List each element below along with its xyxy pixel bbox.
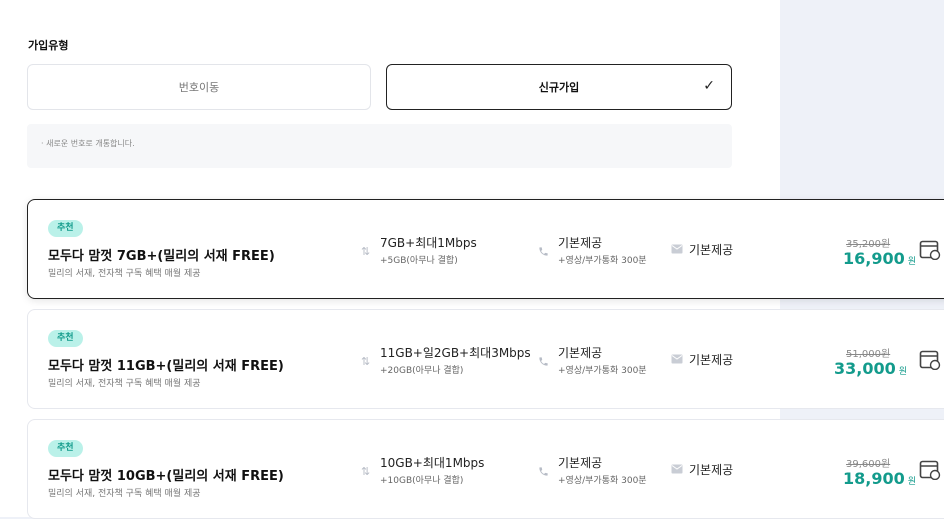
data-arrows-icon: ⇅ [361,245,371,258]
recommend-badge: 추천 [48,220,83,237]
call-allowance: 기본제공 [558,236,603,250]
mail-icon [671,354,683,364]
check-icon: ✓ [703,78,715,94]
discount-price: 16,900 원 [843,249,916,268]
plan-card[interactable]: 추천 모두다 맘껏 11GB+(밀리의 서재 FREE) 밀리의 서재, 전자책… [27,309,944,409]
currency-label: 원 [907,257,917,267]
price-value: 33,000 [834,359,896,378]
original-price: 39,600원 [846,459,891,470]
cart-icon[interactable] [919,460,941,480]
original-price: 51,000원 [846,349,891,360]
new-signup-button[interactable]: 신규가입 ✓ [386,64,732,110]
data-arrows-icon: ⇅ [361,355,371,368]
phone-icon [539,467,548,476]
call-bonus: +영상/부가통화 300분 [558,476,647,486]
data-allowance: 7GB+최대1Mbps [380,236,477,250]
new-signup-label: 신규가입 [538,81,580,94]
recommend-badge: 추천 [48,440,83,457]
plan-description: 밀리의 서재, 전자책 구독 혜택 매월 제공 [48,379,201,389]
sms-allowance: 기본제공 [689,243,734,257]
data-bonus: +10GB(아무나 결합) [380,476,464,486]
join-type-title: 가입유형 [28,39,69,52]
plan-card[interactable]: 추천 모두다 맘껏 10GB+(밀리의 서재 FREE) 밀리의 서재, 전자책… [27,419,944,519]
discount-price: 33,000 원 [834,359,907,378]
call-bonus: +영상/부가통화 300분 [558,256,647,266]
plan-card[interactable]: 추천 모두다 맘껏 7GB+(밀리의 서재 FREE) 밀리의 서재, 전자책 … [27,199,944,299]
mail-icon [671,244,683,254]
cart-icon[interactable] [919,350,941,370]
mail-icon [671,464,683,474]
data-arrows-icon: ⇅ [361,465,371,478]
discount-price: 18,900 원 [843,469,916,488]
currency-label: 원 [907,477,917,487]
data-allowance: 11GB+일2GB+최대3Mbps [380,346,531,360]
recommend-badge: 추천 [48,330,83,347]
price-value: 16,900 [843,249,905,268]
phone-icon [539,247,548,256]
data-bonus: +5GB(아무나 결합) [380,256,458,266]
call-allowance: 기본제공 [558,346,603,360]
sms-allowance: 기본제공 [689,463,734,477]
cart-icon[interactable] [919,240,941,260]
price-value: 18,900 [843,469,905,488]
plan-name: 모두다 맘껏 11GB+(밀리의 서재 FREE) [48,359,284,374]
join-notice: · 새로운 번호로 개통합니다. [27,124,732,168]
data-bonus: +20GB(아무나 결합) [380,366,464,376]
currency-label: 원 [898,367,908,377]
plan-name: 모두다 맘껏 7GB+(밀리의 서재 FREE) [48,249,275,264]
plan-name: 모두다 맘껏 10GB+(밀리의 서재 FREE) [48,469,284,484]
plan-description: 밀리의 서재, 전자책 구독 혜택 매월 제공 [48,489,201,499]
call-allowance: 기본제공 [558,456,603,470]
sms-allowance: 기본제공 [689,353,734,367]
number-port-label: 번호이동 [178,81,220,94]
call-bonus: +영상/부가통화 300분 [558,366,647,376]
plan-description: 밀리의 서재, 전자책 구독 혜택 매월 제공 [48,269,201,279]
original-price: 35,200원 [846,239,891,250]
data-allowance: 10GB+최대1Mbps [380,456,485,470]
phone-icon [539,357,548,366]
number-port-button[interactable]: 번호이동 [27,64,371,110]
